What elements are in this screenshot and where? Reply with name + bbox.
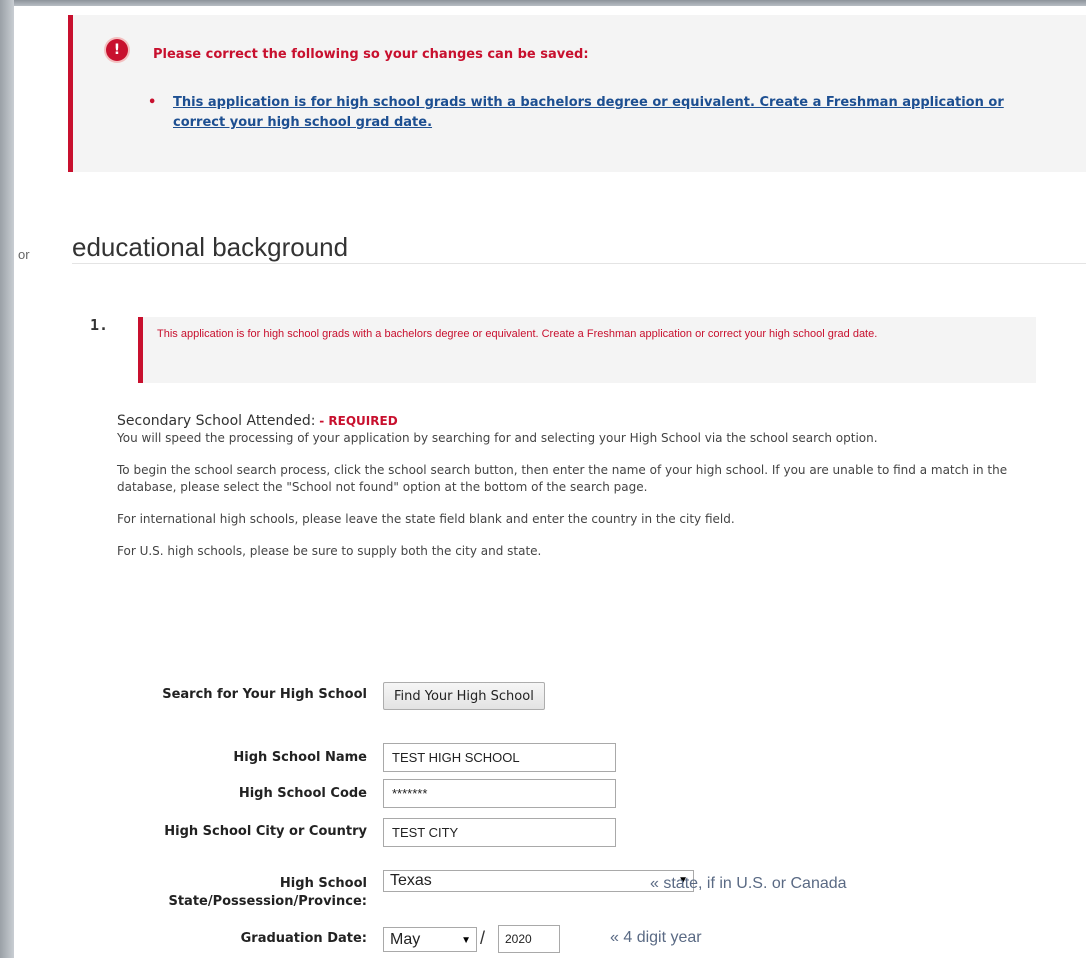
school-name-input[interactable]: TEST HIGH SCHOOL bbox=[383, 743, 616, 772]
question-label: Secondary School Attended: bbox=[117, 413, 316, 429]
graduation-month-value: May bbox=[390, 931, 421, 948]
state-hint: « state, if in U.S. or Canada bbox=[650, 875, 847, 892]
error-summary: ! Please correct the following so your c… bbox=[68, 15, 1086, 172]
question-instructions: Secondary School Attended: - REQUIRED Yo… bbox=[117, 413, 1057, 575]
instruction-paragraph: For U.S. high schools, please be sure to… bbox=[117, 544, 542, 558]
school-city-label: High School City or Country bbox=[164, 824, 367, 839]
instruction-paragraph: You will speed the processing of your ap… bbox=[117, 431, 878, 445]
question-number: 1. bbox=[90, 316, 109, 334]
year-hint: « 4 digit year bbox=[610, 929, 702, 946]
error-summary-title: Please correct the following so your cha… bbox=[153, 47, 589, 62]
school-name-label: High School Name bbox=[233, 750, 367, 765]
question-label-row: Secondary School Attended: - REQUIRED bbox=[117, 413, 1057, 430]
sidebar-fragment: or bbox=[18, 247, 30, 262]
search-school-label: Search for Your High School bbox=[162, 687, 367, 702]
dropdown-arrow-icon: ▼ bbox=[461, 935, 471, 946]
instruction-paragraph: To begin the school search process, clic… bbox=[117, 463, 1008, 494]
school-city-input[interactable]: TEST CITY bbox=[383, 818, 616, 847]
inline-error-message: This application is for high school grad… bbox=[138, 317, 1036, 383]
bullet-icon: • bbox=[148, 95, 157, 110]
graduation-date-label: Graduation Date: bbox=[240, 931, 367, 946]
graduation-year-input[interactable]: 2020 bbox=[498, 925, 560, 953]
section-title: educational background bbox=[72, 232, 349, 262]
school-code-input[interactable]: ******* bbox=[383, 779, 616, 808]
alert-icon: ! bbox=[106, 39, 128, 61]
state-select-value: Texas bbox=[390, 872, 432, 889]
instruction-paragraph: For international high schools, please l… bbox=[117, 512, 735, 526]
required-badge: - REQUIRED bbox=[319, 414, 398, 428]
error-summary-item: • This application is for high school gr… bbox=[148, 93, 1028, 133]
window-left-edge bbox=[0, 0, 14, 958]
school-state-label: High School State/Possession/Province: bbox=[168, 876, 367, 909]
error-summary-list: • This application is for high school gr… bbox=[148, 93, 1028, 133]
graduation-month-select[interactable]: May ▼ bbox=[383, 927, 477, 952]
school-code-label: High School Code bbox=[238, 786, 367, 801]
date-separator: / bbox=[480, 928, 486, 948]
state-select[interactable]: Texas ▼ bbox=[383, 870, 694, 892]
window-top-edge bbox=[0, 0, 1086, 6]
find-high-school-button[interactable]: Find Your High School bbox=[383, 682, 545, 710]
error-link[interactable]: This application is for high school grad… bbox=[173, 95, 1004, 130]
section-divider bbox=[72, 263, 1086, 264]
